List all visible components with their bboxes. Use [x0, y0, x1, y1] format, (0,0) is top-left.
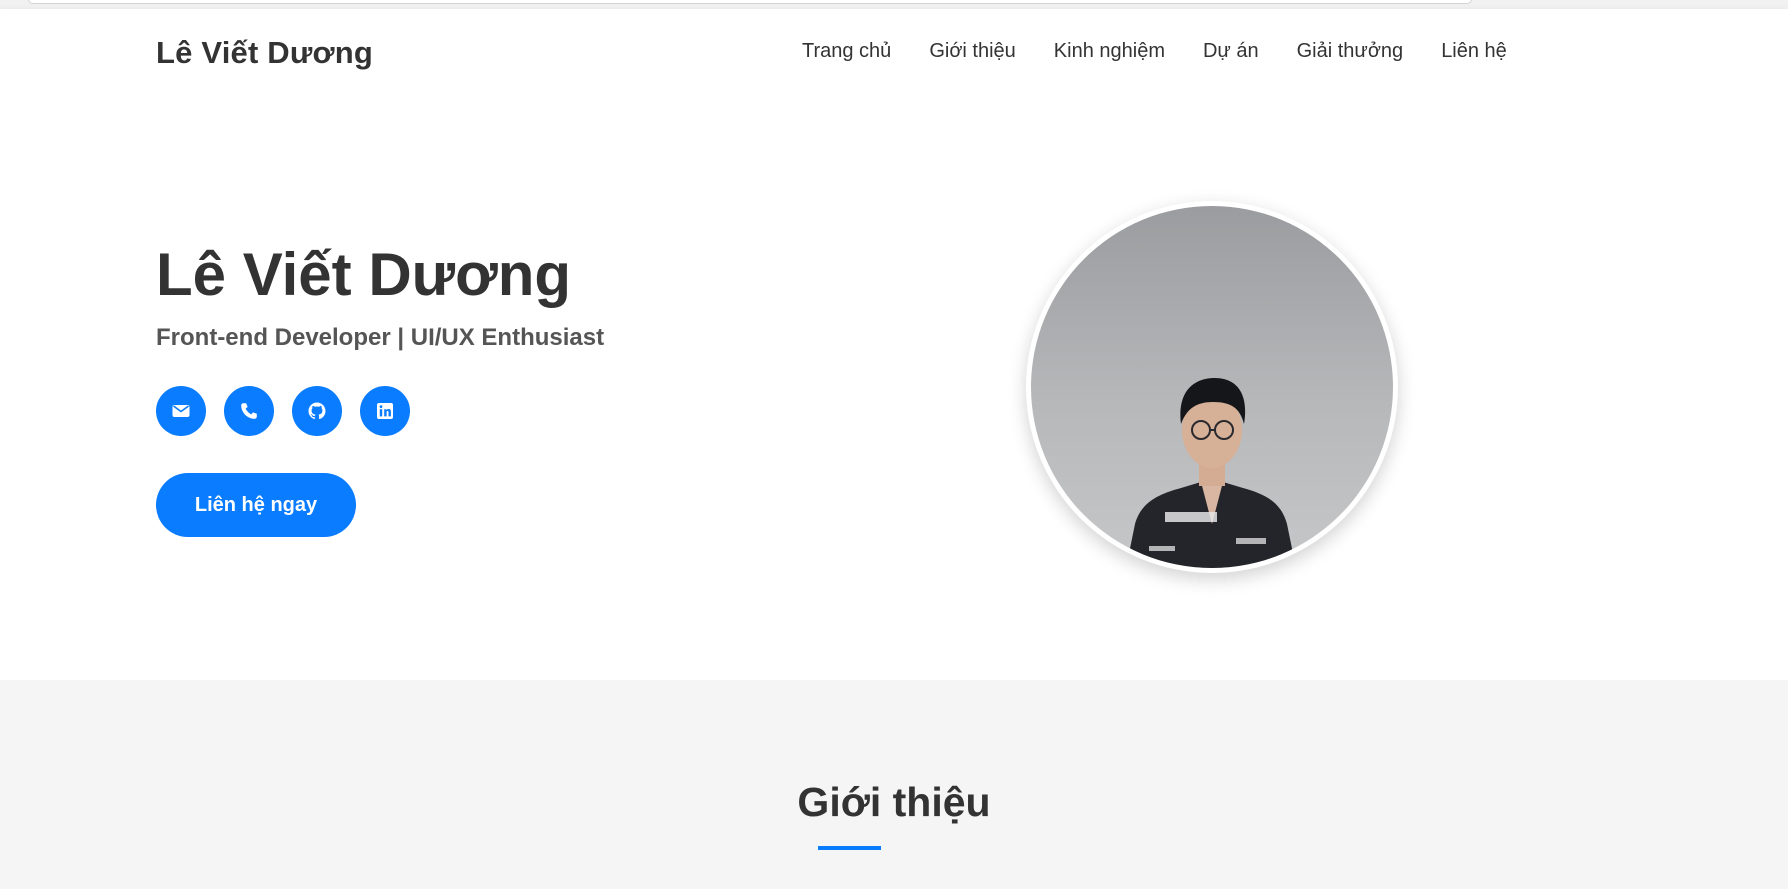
hero-name: Lê Viết Dương — [156, 241, 572, 308]
nav-link-trang-chu[interactable]: Trang chủ — [802, 40, 891, 63]
profile-photo-frame — [1026, 201, 1398, 573]
contact-now-button[interactable]: Liên hệ ngay — [156, 473, 356, 537]
about-title: Giới thiệu — [797, 779, 991, 825]
github-icon — [308, 402, 326, 420]
hero-section: Lê Viết Dương Front-end Developer | UI/U… — [0, 94, 1788, 680]
envelope-icon — [172, 405, 190, 417]
about-section: Giới thiệu — [0, 680, 1788, 889]
nav-links: Trang chủ Giới thiệu Kinh nghiệm Dự án G… — [802, 40, 1507, 63]
browser-address-bar[interactable] — [28, 0, 1472, 4]
nav-link-gioi-thieu[interactable]: Giới thiệu — [929, 40, 1015, 63]
email-button[interactable] — [156, 386, 206, 436]
nav-link-lien-he[interactable]: Liên hệ — [1441, 40, 1507, 63]
navbar: Lê Viết Dương Trang chủ Giới thiệu Kinh … — [0, 9, 1788, 94]
phone-icon — [241, 403, 257, 419]
phone-button[interactable] — [224, 386, 274, 436]
hero-subtitle: Front-end Developer | UI/UX Enthusiast — [156, 324, 605, 351]
navbar-brand[interactable]: Lê Viết Dương — [156, 35, 373, 71]
browser-chrome-strip — [0, 0, 1788, 9]
social-links — [156, 386, 410, 436]
nav-link-kinh-nghiem[interactable]: Kinh nghiệm — [1054, 40, 1165, 63]
linkedin-button[interactable] — [360, 386, 410, 436]
section-title-underline — [818, 846, 881, 850]
nav-link-du-an[interactable]: Dự án — [1203, 40, 1259, 63]
linkedin-icon — [377, 403, 393, 419]
github-button[interactable] — [292, 386, 342, 436]
profile-photo — [1031, 206, 1393, 568]
nav-link-giai-thuong[interactable]: Giải thưởng — [1297, 40, 1404, 63]
